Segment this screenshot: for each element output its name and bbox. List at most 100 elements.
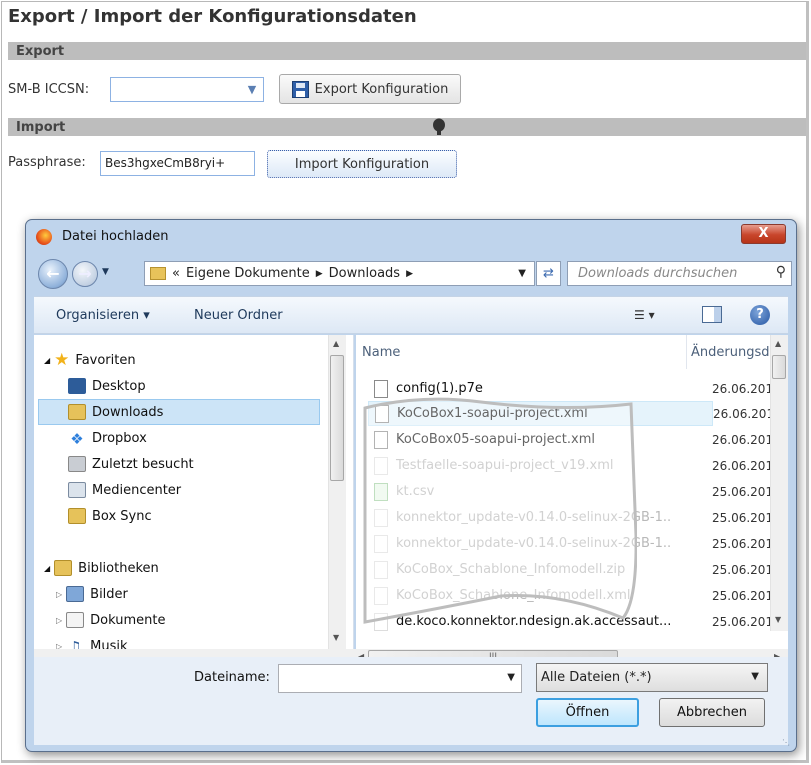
file-upload-dialog: Datei hochladen X ← → ▼ « Eigene Dokumen… (25, 219, 797, 752)
export-config-label: Export Konfiguration (314, 81, 449, 97)
csv-file-icon (374, 482, 388, 501)
file-icon (374, 430, 388, 449)
smb-iccsn-label: SM-B ICCSN: (8, 82, 90, 97)
file-row[interactable]: de.koco.konnektor.ndesign.ak.accessaut..… (368, 609, 788, 634)
cancel-button[interactable]: Abbrechen (659, 698, 765, 727)
collapse-arrow-icon: ◢ (44, 355, 51, 365)
chevron-right-icon: ▶ (406, 268, 413, 279)
file-row[interactable]: konnektor_update-v0.14.0-selinux-2GB-1..… (368, 531, 788, 556)
breadcrumb-eigene-dokumente[interactable]: Eigene Dokumente (186, 266, 310, 281)
search-placeholder: Downloads durchsuchen (578, 266, 738, 281)
nav-item-mediencenter[interactable]: Mediencenter (68, 477, 181, 503)
scroll-up-icon[interactable]: ▲ (333, 339, 339, 348)
file-icon (374, 456, 388, 475)
nav-item-bilder[interactable]: ▷ Bilder (56, 581, 128, 607)
scroll-thumb[interactable] (772, 355, 786, 379)
file-name: konnektor_update-v0.14.0-selinux-2GB-1..… (396, 510, 671, 525)
libraries-icon (54, 560, 73, 576)
address-dropdown-icon[interactable]: ▼ (518, 268, 526, 279)
pin-cursor-icon (433, 118, 445, 135)
organize-button[interactable]: Organisieren ▾ (56, 308, 150, 323)
libraries-group[interactable]: ◢ Bibliotheken (44, 555, 159, 581)
music-icon: ♫ (68, 638, 82, 649)
collapse-arrow-icon: ◢ (44, 563, 51, 573)
file-row[interactable]: KoCoBox_Schablone_Infomodell.xml 25.06.20… (368, 583, 788, 608)
nav-item-label: Dokumente (90, 612, 166, 628)
nav-item-label: Box Sync (92, 508, 152, 524)
page-title: Export / Import der Konfigurationsdaten (8, 6, 417, 27)
view-options-icon[interactable]: ☰ ▾ (634, 308, 655, 322)
breadcrumb-downloads[interactable]: Downloads (329, 266, 400, 281)
back-arrow-icon[interactable]: ← (38, 259, 68, 289)
forward-arrow-icon[interactable]: → (72, 261, 98, 287)
nav-pane-scrollbar[interactable]: ▲ ▼ (328, 335, 346, 649)
column-date-label: Änderungsd (691, 344, 770, 360)
file-list-scrollbar[interactable]: ▲ ▼ (770, 335, 788, 631)
recent-locations-chevron-icon[interactable]: ▼ (102, 267, 109, 277)
libraries-label: Bibliotheken (78, 560, 159, 576)
address-bar[interactable]: « Eigene Dokumente ▶ Downloads ▶ ▼ (144, 261, 535, 286)
resize-grip-icon[interactable]: ⋱ (782, 738, 790, 747)
file-row[interactable]: kt.csv 25.06.2015 1: (368, 479, 788, 504)
nav-item-recent[interactable]: Zuletzt besucht (68, 451, 194, 477)
nav-item-desktop[interactable]: Desktop (68, 373, 146, 399)
filename-input[interactable]: ▼ (278, 664, 522, 693)
file-row[interactable]: KoCoBox1-soapui-project.xml26.06.2015 0: (368, 401, 788, 426)
file-name: KoCoBox1-soapui-project.xml (397, 406, 588, 421)
column-header-name[interactable]: Name (362, 335, 400, 369)
mediencenter-icon (68, 482, 86, 498)
file-name: KoCoBox_Schablone_Infomodell.xml (396, 588, 631, 603)
file-row[interactable]: Testfaelle-soapui-project_v19.xml 26.06.2… (368, 453, 788, 478)
file-type-select[interactable]: Alle Dateien (*.*) ▼ (536, 663, 768, 692)
filename-dropdown-icon[interactable]: ▼ (507, 672, 515, 683)
file-icon (374, 560, 388, 579)
open-button[interactable]: Öffnen (536, 698, 639, 727)
favorites-label: Favoriten (75, 352, 136, 368)
scroll-down-icon[interactable]: ▼ (775, 615, 781, 624)
expand-arrow-icon: ▷ (56, 615, 63, 625)
column-header-date[interactable]: Änderungsd (686, 335, 770, 369)
nav-item-label: Bilder (90, 586, 128, 602)
passphrase-label: Passphrase: (8, 155, 86, 170)
search-icon[interactable]: ⚲ (776, 264, 786, 280)
smb-iccsn-select[interactable]: ▼ (110, 77, 264, 102)
nav-item-musik[interactable]: ▷ ♫ Musik (56, 633, 128, 649)
import-config-button[interactable]: Import Konfiguration (267, 150, 457, 178)
passphrase-input[interactable]: Bes3hgxeCmB8ryi+ (100, 151, 255, 176)
nav-item-label: Downloads (92, 404, 164, 420)
file-row[interactable]: KoCoBox_Schablone_Infomodell.zip 25.06.20… (368, 557, 788, 582)
nav-item-label: Musik (90, 638, 128, 650)
close-button[interactable]: X (741, 224, 786, 244)
nav-item-box-sync[interactable]: Box Sync (68, 503, 152, 529)
file-name: de.koco.konnektor.ndesign.ak.accessaut..… (396, 614, 671, 629)
nav-item-dokumente[interactable]: ▷ Dokumente (56, 607, 165, 633)
refresh-icon[interactable]: ⇄ (536, 261, 561, 286)
file-row[interactable]: KoCoBox05-soapui-project.xml 26.06.2015 0… (368, 427, 788, 452)
file-row[interactable]: config(1).p7e 26.06.2015 1: (368, 376, 788, 401)
chevron-right-icon: ▶ (315, 268, 323, 279)
file-type-value: Alle Dateien (*.*) (541, 670, 652, 685)
folder-icon (150, 267, 166, 280)
scroll-thumb[interactable] (330, 355, 344, 481)
nav-item-dropbox[interactable]: ❖ Dropbox (68, 425, 147, 451)
scroll-up-icon[interactable]: ▲ (775, 339, 781, 348)
search-input[interactable]: Downloads durchsuchen ⚲ (567, 261, 792, 286)
preview-pane-icon[interactable] (702, 306, 722, 323)
scroll-down-icon[interactable]: ▼ (333, 633, 339, 642)
nav-item-downloads[interactable]: Downloads (38, 399, 320, 425)
desktop-icon (68, 378, 86, 394)
file-type-dropdown-icon[interactable]: ▼ (751, 671, 759, 682)
star-icon: ★ (54, 350, 70, 370)
help-icon[interactable]: ? (750, 305, 770, 325)
file-icon (374, 508, 388, 527)
export-config-button[interactable]: Export Konfiguration (279, 74, 461, 104)
file-icon (374, 534, 388, 553)
new-folder-button[interactable]: Neuer Ordner (194, 308, 283, 323)
expand-arrow-icon: ▷ (56, 641, 63, 650)
box-sync-folder-icon (68, 508, 86, 524)
chevron-down-icon[interactable]: ▼ (243, 80, 261, 99)
file-name: KoCoBox05-soapui-project.xml (396, 432, 595, 447)
favorites-group[interactable]: ◢ ★ Favoriten (44, 347, 136, 373)
file-row[interactable]: konnektor_update-v0.14.0-selinux-2GB-1..… (368, 505, 788, 530)
dialog-title: Datei hochladen (62, 229, 169, 244)
